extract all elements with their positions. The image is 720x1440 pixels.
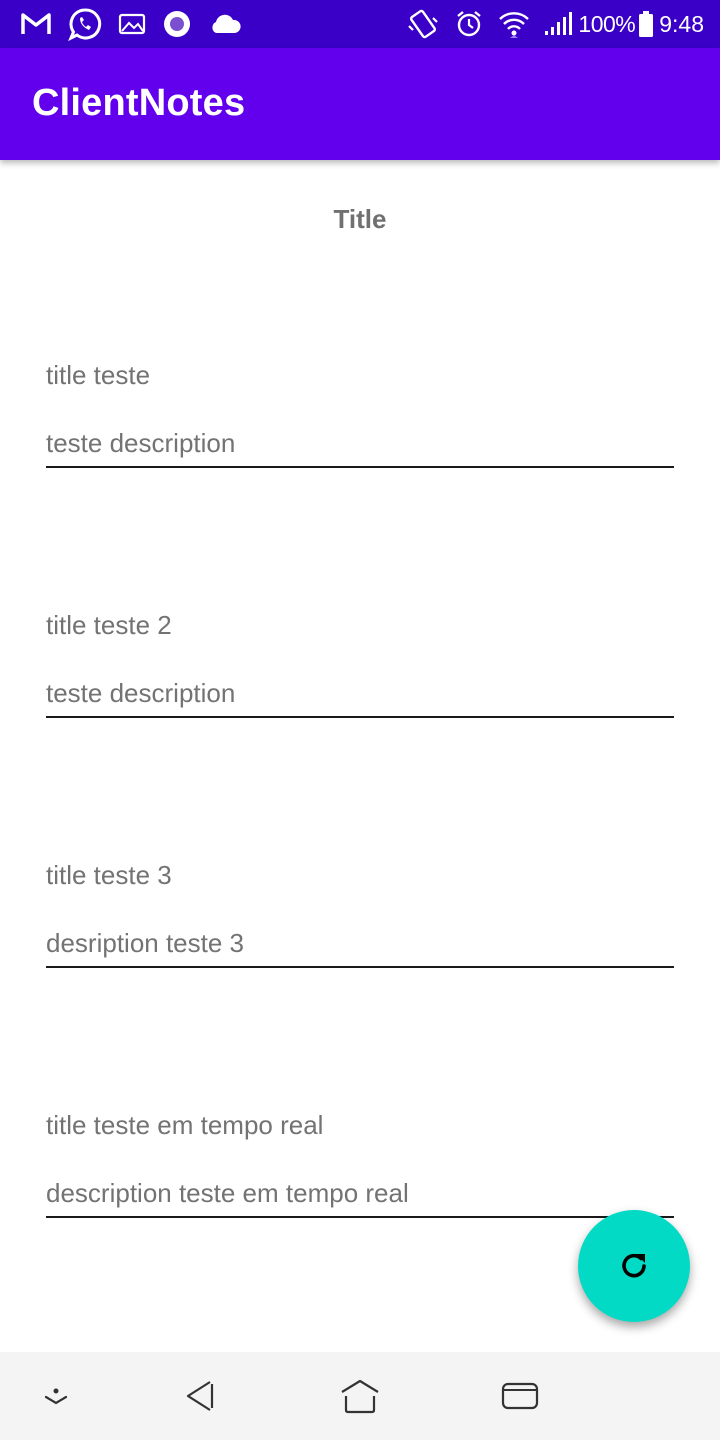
clock: 9:48	[659, 10, 704, 37]
recents-button[interactable]	[500, 1376, 540, 1416]
back-icon	[182, 1378, 218, 1414]
status-bar-right: 100% 9:48	[392, 8, 704, 40]
note-description: teste description	[46, 428, 236, 458]
circle-app-icon	[162, 9, 192, 39]
note-divider	[46, 1216, 674, 1218]
note-item[interactable]: title teste 2 teste description	[46, 610, 674, 770]
note-item[interactable]: title teste 3 desription teste 3	[46, 860, 674, 1020]
notes-list[interactable]: Title title teste teste description titl…	[0, 160, 720, 1352]
home-icon	[340, 1378, 380, 1414]
back-button[interactable]	[180, 1376, 220, 1416]
status-bar-left	[20, 7, 258, 41]
note-title: title teste em tempo real	[46, 1110, 324, 1140]
hide-keyboard-icon	[41, 1384, 71, 1408]
note-divider	[46, 466, 674, 468]
note-title: title teste 2	[46, 610, 172, 640]
gmail-icon	[20, 12, 52, 36]
hide-keyboard-button[interactable]	[36, 1376, 76, 1416]
home-button[interactable]	[340, 1376, 380, 1416]
status-bar: 100% 9:48	[0, 0, 720, 48]
note-description: desription teste 3	[46, 928, 245, 958]
note-item[interactable]: title teste teste description	[46, 360, 674, 520]
recents-icon	[501, 1381, 539, 1411]
list-header-title: Title	[333, 204, 387, 234]
note-title: title teste 3	[46, 860, 172, 890]
signal-icon	[544, 11, 574, 37]
note-description: teste description	[46, 678, 236, 708]
wifi-icon	[498, 9, 530, 39]
whatsapp-icon	[68, 7, 102, 41]
note-item[interactable]: title teste em tempo real description te…	[46, 1110, 674, 1270]
note-divider	[46, 716, 674, 718]
battery-icon	[639, 11, 654, 37]
gallery-icon	[118, 13, 146, 35]
refresh-icon	[616, 1248, 652, 1284]
note-description: description teste em tempo real	[46, 1178, 409, 1208]
vibrate-icon	[406, 8, 440, 40]
cloud-icon	[208, 13, 242, 35]
app-title: ClientNotes	[32, 82, 246, 124]
battery-percentage: 100%	[578, 10, 636, 37]
alarm-icon	[454, 9, 484, 39]
navigation-bar	[0, 1352, 720, 1440]
refresh-button[interactable]	[578, 1210, 690, 1322]
app-bar: ClientNotes	[0, 48, 720, 160]
note-divider	[46, 966, 674, 968]
note-title: title teste	[46, 360, 151, 390]
